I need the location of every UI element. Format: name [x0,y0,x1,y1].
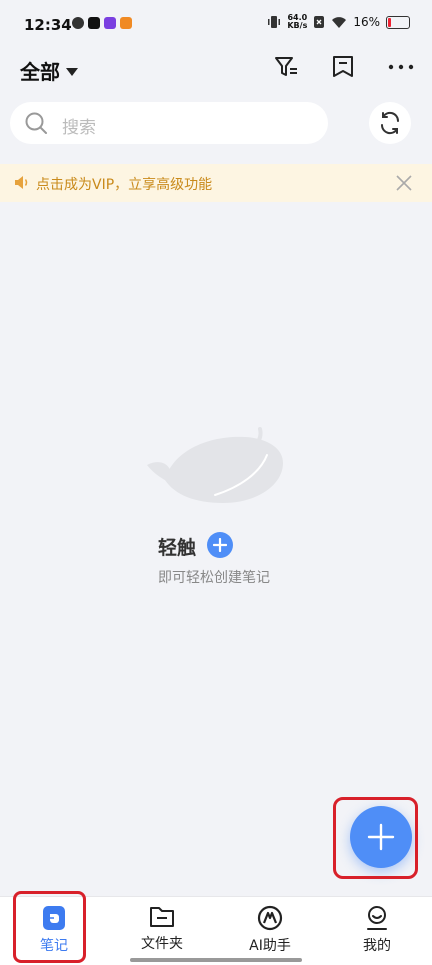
profile-icon [367,906,387,930]
close-icon [396,175,412,191]
home-indicator[interactable] [130,958,302,962]
vip-banner-text: 点击成为VIP，立享高级功能 [36,177,213,193]
search-placeholder: 搜索 [62,118,96,138]
nav-label-profile: 我的 [363,938,391,954]
caret-down-icon [66,67,78,76]
bookmark-button[interactable] [329,53,357,81]
speaker-icon [14,175,30,194]
status-bar: 12:34 64.0 KB/s 16% [0,0,432,48]
net-speed: 64.0 KB/s [287,14,307,30]
top-bar: 全部 [0,48,432,88]
battery-icon [386,15,410,29]
search-icon [24,111,48,139]
empty-state-subtitle: 即可轻松创建笔记 [158,570,270,586]
more-button[interactable] [387,53,415,81]
sync-button[interactable] [369,102,411,144]
tiktok-icon [88,17,100,29]
no-sim-icon [314,16,325,28]
ai-icon [257,905,283,931]
status-indicators: 64.0 KB/s 16% [267,14,410,30]
battery-percent: 16% [353,15,380,29]
empty-state-title: 轻触 [158,537,197,559]
search-input[interactable]: 搜索 [10,102,328,144]
empty-state-add-button[interactable] [207,532,233,558]
nav-highlight-box [13,891,86,963]
wifi-icon [332,16,347,28]
vip-banner[interactable]: 点击成为VIP，立享高级功能 [0,164,432,202]
bookmark-icon [333,56,353,77]
status-app-icons [72,17,132,29]
close-banner-button[interactable] [394,173,414,193]
nav-item-folders[interactable]: 文件夹 [122,905,202,953]
more-icon [388,64,414,70]
app-orange-icon [120,17,132,29]
vibrate-icon [268,16,281,28]
nav-label-ai-assistant: AI助手 [249,938,291,954]
nav-item-profile[interactable]: 我的 [337,905,417,955]
plus-icon [213,538,227,552]
fab-highlight-box [333,797,418,879]
nav-label-folders: 文件夹 [141,936,183,952]
nav-item-ai-assistant[interactable]: AI助手 [230,905,310,955]
folder-dropdown-label: 全部 [20,60,60,84]
sync-icon [380,111,400,135]
filter-button[interactable] [272,53,300,81]
folder-icon [150,907,174,927]
empty-notes-illustration [147,427,283,503]
app-notification-icon [72,17,84,29]
folder-dropdown[interactable]: 全部 [20,56,78,85]
filter-icon [275,57,297,76]
app-purple-icon [104,17,116,29]
status-time: 12:34 [24,16,72,34]
net-speed-unit: KB/s [287,21,308,30]
